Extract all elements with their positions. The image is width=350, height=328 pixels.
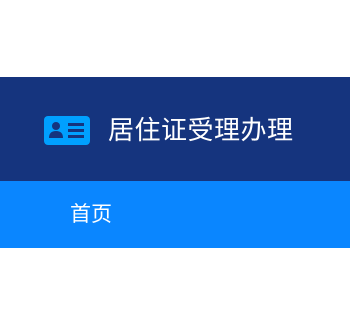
id-card-icon	[44, 116, 90, 145]
nav-bar	[0, 181, 350, 248]
nav-item-home[interactable]: 首页	[70, 181, 112, 248]
app-title: 居住证受理办理	[108, 116, 294, 146]
top-blank-area	[0, 0, 350, 77]
